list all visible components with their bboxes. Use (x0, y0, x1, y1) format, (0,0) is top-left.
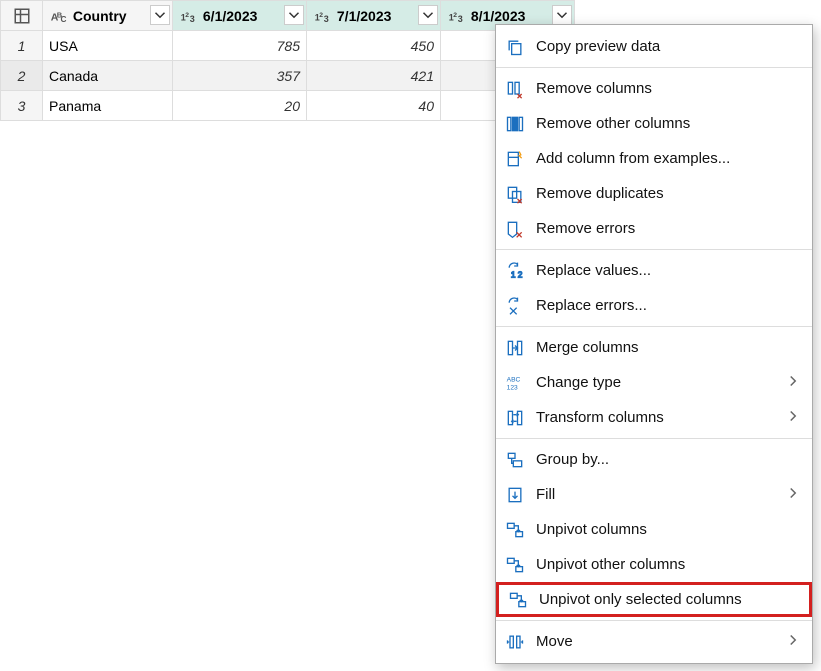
svg-text:1 2: 1 2 (511, 269, 523, 279)
unpivot-selected-columns-icon (507, 589, 529, 611)
transform-columns-icon (504, 407, 526, 429)
menu-item-merge-columns[interactable]: Merge columns (496, 330, 812, 365)
text-type-icon: ABC (49, 6, 69, 26)
remove-duplicates-icon (504, 183, 526, 205)
menu-item-change-type[interactable]: ABC123 Change type (496, 365, 812, 400)
chevron-down-icon (285, 6, 303, 24)
replace-errors-icon (504, 295, 526, 317)
table-row[interactable]: 3 Panama 20 40 (1, 91, 575, 121)
number-type-icon: 123 (447, 6, 467, 26)
menu-item-replace-errors[interactable]: Replace errors... (496, 288, 812, 323)
chevron-down-icon (553, 6, 571, 24)
table-corner-cell[interactable] (1, 1, 43, 31)
menu-separator (496, 620, 812, 621)
menu-separator (496, 67, 812, 68)
menu-item-unpivot-columns[interactable]: Unpivot columns (496, 512, 812, 547)
column-label: 6/1/2023 (203, 8, 258, 24)
fill-icon (504, 484, 526, 506)
filter-dropdown-button[interactable] (150, 5, 170, 25)
menu-separator (496, 249, 812, 250)
group-by-icon (504, 449, 526, 471)
menu-item-move[interactable]: Move (496, 624, 812, 659)
cell-value[interactable]: 357 (173, 61, 307, 91)
move-icon (504, 631, 526, 653)
menu-item-unpivot-only-selected-columns[interactable]: Unpivot only selected columns (496, 582, 812, 617)
row-number: 2 (1, 61, 43, 91)
cell-value[interactable]: 421 (307, 61, 441, 91)
table-row[interactable]: 1 USA 785 450 (1, 31, 575, 61)
svg-text:2: 2 (453, 11, 457, 18)
remove-errors-icon (504, 218, 526, 240)
cell-country[interactable]: USA (43, 31, 173, 61)
remove-columns-icon (504, 78, 526, 100)
chevron-right-icon (784, 407, 802, 429)
copy-icon (504, 36, 526, 58)
svg-text:3: 3 (324, 14, 329, 24)
merge-columns-icon (504, 337, 526, 359)
chevron-down-icon (419, 6, 437, 24)
filter-dropdown-button[interactable] (284, 5, 304, 25)
svg-text:123: 123 (507, 384, 518, 391)
menu-item-remove-errors[interactable]: Remove errors (496, 211, 812, 246)
svg-text:ABC: ABC (507, 376, 521, 383)
row-number: 3 (1, 91, 43, 121)
cell-country[interactable]: Canada (43, 61, 173, 91)
remove-other-columns-icon (504, 113, 526, 135)
replace-values-icon: 1 2 (504, 260, 526, 282)
column-header-country[interactable]: ABC Country (43, 1, 173, 31)
svg-text:2: 2 (319, 11, 323, 18)
svg-text:3: 3 (458, 14, 463, 24)
column-label: 7/1/2023 (337, 8, 392, 24)
highlighted-menu-item: Unpivot only selected columns (496, 582, 812, 617)
chevron-right-icon (784, 484, 802, 506)
chevron-down-icon (151, 6, 169, 24)
number-type-icon: 123 (179, 6, 199, 26)
cell-value[interactable]: 20 (173, 91, 307, 121)
chevron-right-icon (784, 631, 802, 653)
filter-dropdown-button[interactable] (418, 5, 438, 25)
menu-separator (496, 326, 812, 327)
unpivot-columns-icon (504, 519, 526, 541)
cell-value[interactable]: 450 (307, 31, 441, 61)
menu-item-fill[interactable]: Fill (496, 477, 812, 512)
add-column-examples-icon (504, 148, 526, 170)
column-label: Country (73, 8, 127, 24)
cell-value[interactable]: 785 (173, 31, 307, 61)
menu-item-remove-duplicates[interactable]: Remove duplicates (496, 176, 812, 211)
menu-item-unpivot-other-columns[interactable]: Unpivot other columns (496, 547, 812, 582)
menu-item-transform-columns[interactable]: Transform columns (496, 400, 812, 435)
column-header-date-1[interactable]: 123 6/1/2023 (173, 1, 307, 31)
row-number: 1 (1, 31, 43, 61)
change-type-icon: ABC123 (504, 372, 526, 394)
column-label: 8/1/2023 (471, 8, 526, 24)
table-icon (12, 6, 32, 26)
menu-item-add-column-from-examples[interactable]: Add column from examples... (496, 141, 812, 176)
menu-item-group-by[interactable]: Group by... (496, 442, 812, 477)
column-header-date-2[interactable]: 123 7/1/2023 (307, 1, 441, 31)
column-context-menu: Copy preview data Remove columns Remove … (495, 24, 813, 664)
cell-value[interactable]: 40 (307, 91, 441, 121)
svg-text:2: 2 (185, 11, 189, 18)
menu-separator (496, 438, 812, 439)
svg-text:3: 3 (190, 14, 195, 24)
svg-text:C: C (61, 15, 67, 24)
number-type-icon: 123 (313, 6, 333, 26)
menu-item-remove-other-columns[interactable]: Remove other columns (496, 106, 812, 141)
table-row[interactable]: 2 Canada 357 421 (1, 61, 575, 91)
menu-item-replace-values[interactable]: 1 2 Replace values... (496, 253, 812, 288)
unpivot-other-columns-icon (504, 554, 526, 576)
menu-item-remove-columns[interactable]: Remove columns (496, 71, 812, 106)
cell-country[interactable]: Panama (43, 91, 173, 121)
filter-dropdown-button[interactable] (552, 5, 572, 25)
menu-item-copy-preview-data[interactable]: Copy preview data (496, 29, 812, 64)
chevron-right-icon (784, 372, 802, 394)
